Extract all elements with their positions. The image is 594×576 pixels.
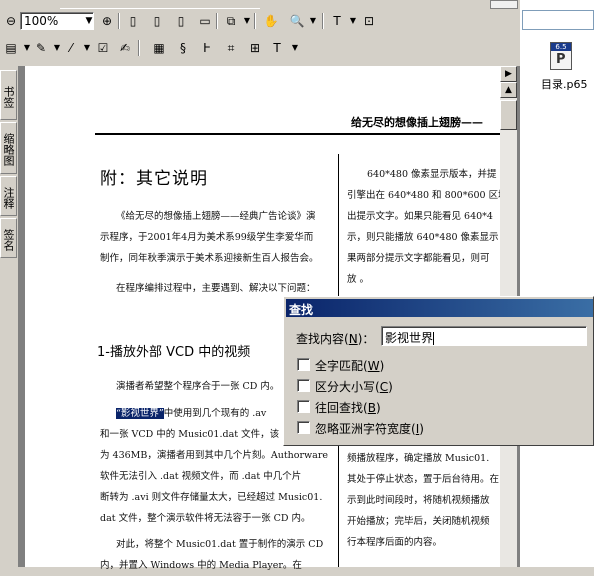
zoom-value: 100% <box>24 14 59 28</box>
header-rule <box>95 133 500 135</box>
toolbar-partial-icons <box>60 0 260 9</box>
para1-line1: 《给无尽的想像插上翅膀——经典广告论谈》演 <box>116 211 316 222</box>
link-tool-icon[interactable]: § <box>174 39 192 57</box>
tab-signatures[interactable]: 签名 <box>0 218 17 258</box>
whole-word-accesskey: W <box>367 359 380 373</box>
pagemaker-file-icon[interactable]: 6.5 P <box>550 42 572 70</box>
desktop-pane: 6.5 P 目录.p65 <box>520 0 594 567</box>
find-what-text: 查找内容 <box>296 332 345 346</box>
whole-word-checkbox[interactable] <box>297 358 310 371</box>
find-what-accesskey: N <box>348 332 358 346</box>
left-column-top: 《给无尽的想像插上翅膀——经典广告论谈》演 示程序，于2001年4月为美术系99… <box>100 206 335 299</box>
right-bottom-line2: 其处于停止状态，置于后台待用。在 <box>347 474 500 485</box>
match-case-text: 区分大小写 <box>315 380 376 394</box>
para4-line4: 软件无法引入 .dat 视频文件，而 .dat 中几个片 <box>100 471 302 482</box>
tab-bookmarks[interactable]: 书签 <box>0 70 17 120</box>
scroll-thumb[interactable] <box>500 100 517 130</box>
zoom-out-icon[interactable]: ⊖ <box>2 12 20 30</box>
para1-line2: 示程序，于2001年4月为美术系99级学生李爱华而 <box>100 232 314 243</box>
right-col-line4: 示，则只能播放 640*480 像素显示 <box>347 232 499 243</box>
actual-size-icon[interactable]: ▯ <box>124 12 142 30</box>
right-col-line2: 引擎出在 640*480 和 800*600 区域 <box>347 190 500 201</box>
zoom-dropdown-icon[interactable]: ▼ <box>80 12 98 30</box>
touchup-dropdown-icon[interactable]: ▼ <box>286 39 304 57</box>
fit-page-icon[interactable]: ▯ <box>148 12 166 30</box>
fit-width-icon[interactable]: ▯ <box>172 12 190 30</box>
scroll-right-arrow-icon[interactable]: ▶ <box>500 66 517 82</box>
para5-line2: 内，并置入 Windows 中的 Media Player。在 <box>100 560 302 571</box>
right-bottom-line4: 开始播放；完毕后，关闭随机视频 <box>347 516 490 527</box>
right-col-line5: 果两部分提示文字都能看见，则可 <box>347 253 490 264</box>
separator <box>118 13 120 29</box>
para5-line1: 对此，将整个 Music01.dat 置于制作的演示 CD <box>116 539 324 550</box>
hand-tool-icon[interactable]: ✋ <box>262 12 280 30</box>
whole-word-label[interactable]: 全字匹配(W) <box>315 357 384 374</box>
match-case-accesskey: C <box>379 380 389 394</box>
find-backwards-checkbox[interactable] <box>297 400 310 413</box>
para4-line3: 为 436MB，演播者用到其中几个片刻。Authorware <box>100 450 328 461</box>
find-dialog-title: 查找 <box>286 299 593 317</box>
whole-word-text: 全字匹配 <box>315 359 364 373</box>
touchup-text-icon[interactable]: T <box>268 39 286 57</box>
ignore-asian-width-label[interactable]: 忽略亚洲字符宽度(I) <box>315 420 424 437</box>
match-case-label[interactable]: 区分大小写(C) <box>315 378 393 395</box>
right-column-bottom: 频播放程序，确定播放 Music01. 其处于停止状态，置于后台待用。在 示到此… <box>347 448 500 553</box>
fit-visible-icon[interactable]: ▭ <box>196 12 214 30</box>
sign-tool-icon[interactable]: ✍ <box>116 39 134 57</box>
touchup-object-icon[interactable]: ⊞ <box>246 39 264 57</box>
ignore-asian-width-accesskey: I <box>415 422 420 436</box>
toolbar-row-view: ⊖ 100% ▼ ⊕ ▯ ▯ ▯ ▭ ⧉ ▼ ✋ 🔍 ▼ T ▼ ⊡ <box>0 9 520 35</box>
separator <box>254 13 256 29</box>
right-bottom-line3: 示到此时间段时，将随机视频播放 <box>347 495 490 506</box>
movie-tool-icon[interactable]: ▦ <box>150 39 168 57</box>
desktop-address-bar <box>522 10 594 30</box>
running-header: 给无尽的想像插上翅膀—— <box>351 116 483 129</box>
find-dialog: 查找 查找内容(N)： 影视世界 全字匹配(W) 区分大小写(C) 往回查找(B… <box>283 296 594 446</box>
tab-annotations[interactable]: 注释 <box>0 176 17 216</box>
find-what-input[interactable]: 影视世界 <box>381 326 587 346</box>
match-case-checkbox[interactable] <box>297 379 310 392</box>
search-result-highlight: “影视世界” <box>116 408 164 419</box>
text-caret <box>433 332 435 345</box>
separator <box>216 13 218 29</box>
find-what-label: 查找内容(N)： <box>296 332 375 346</box>
separator <box>138 40 140 56</box>
para1-line3: 制作，同年秋季演示于美术系迎接新生百人报告会。 <box>100 253 319 264</box>
find-backwards-text: 往回查找 <box>315 401 364 415</box>
file-name-label[interactable]: 目录.p65 <box>541 76 587 92</box>
find-what-value: 影视世界 <box>385 331 434 345</box>
find-backwards-label[interactable]: 往回查找(B) <box>315 399 381 416</box>
right-col-line6: 放 。 <box>347 274 370 285</box>
article-tool-icon[interactable]: Ⱶ <box>198 39 216 57</box>
scroll-up-arrow-icon[interactable]: ▲ <box>500 82 517 98</box>
find-backwards-accesskey: B <box>367 401 376 415</box>
snapshot-tool-icon[interactable]: ⊡ <box>360 12 378 30</box>
top-toolbar-strip <box>0 0 520 9</box>
crop-tool-icon[interactable]: ⌗ <box>222 39 240 57</box>
right-bottom-line1: 频播放程序，确定播放 Music01. <box>347 453 490 464</box>
right-col-line3: 出提示文字。如果只能看见 640*4 <box>347 211 493 222</box>
para4-line6: dat 文件，整个演示软件将无法容于一张 CD 内。 <box>100 513 311 524</box>
right-bottom-line5: 行本程序后面的内容。 <box>347 537 443 548</box>
separator <box>322 13 324 29</box>
file-version-badge: 6.5 <box>551 43 571 51</box>
tab-thumbnails[interactable]: 缩略图 <box>0 122 17 174</box>
ignore-asian-width-checkbox[interactable] <box>297 421 310 434</box>
right-col-line1: 640*480 像素显示版本，并提 <box>367 169 497 180</box>
zoom-in-icon[interactable]: ⊕ <box>98 12 116 30</box>
page-title: 附：其它说明 <box>100 169 208 189</box>
section-heading: 1-播放外部 VCD 中的视频 <box>97 345 251 360</box>
para4-line1-rest: 中使用到几个现有的 .av <box>163 408 267 419</box>
para4-line5: 断转为 .avi 则文件存储量太大，已经超过 Music01. <box>100 492 323 503</box>
right-column-top: 640*480 像素显示版本，并提 引擎出在 640*480 和 800*600… <box>347 164 500 290</box>
file-letter: P <box>556 52 566 67</box>
toolbar-row-edit: ▤ ▼ ✎ ▼ ⁄ ▼ ☑ ✍ ▦ § Ⱶ ⌗ ⊞ T ▼ <box>0 36 520 64</box>
ignore-asian-width-text: 忽略亚洲字符宽度 <box>315 422 412 436</box>
menu-button-partial[interactable] <box>490 0 518 9</box>
form-tool-icon[interactable]: ☑ <box>94 39 112 57</box>
zoom-tool-dropdown-icon[interactable]: ▼ <box>304 12 322 30</box>
